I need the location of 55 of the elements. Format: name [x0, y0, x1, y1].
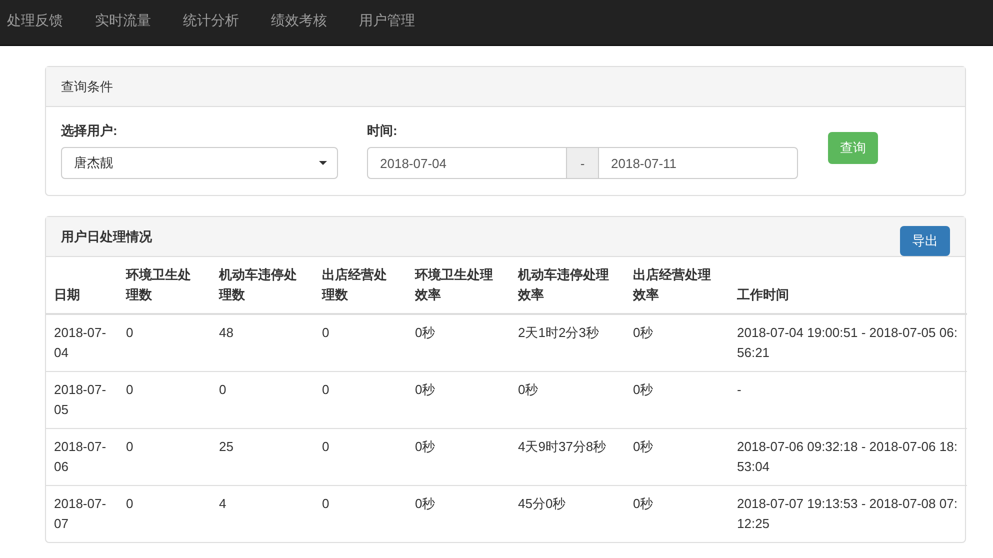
- nav-link[interactable]: 处理反馈: [7, 12, 63, 34]
- user-select[interactable]: 唐杰靓: [61, 147, 338, 179]
- range-separator: -: [567, 147, 598, 179]
- table-cell: 2018-07-05: [54, 382, 106, 417]
- panel-title: 查询条件: [61, 78, 113, 96]
- column-header: 机动车违停处理效率: [518, 267, 609, 302]
- table-cell: 0秒: [633, 496, 654, 511]
- table-cell: 2018-07-07 19:13:53 - 2018-07-08 07:12:25: [737, 496, 958, 531]
- column-header: 环境卫生处理数: [126, 267, 191, 302]
- table-cell: 0秒: [415, 439, 436, 454]
- table-cell: 2018-07-07: [54, 496, 106, 531]
- table-cell: 0: [322, 439, 330, 454]
- table-cell: 25: [219, 439, 234, 454]
- table-cell: 2018-07-04 19:00:51 - 2018-07-05 06:56:21: [737, 325, 958, 360]
- table-cell: 2018-07-04: [54, 325, 106, 360]
- table-cell: 0秒: [518, 382, 538, 397]
- table-cell: 0: [126, 496, 134, 511]
- table-cell: 0: [219, 382, 226, 397]
- table-cell: 0秒: [633, 382, 654, 397]
- table-cell: 0: [322, 382, 330, 397]
- caret-icon: [319, 161, 327, 165]
- table-cell: 48: [219, 325, 234, 340]
- table-cell: 45分0秒: [518, 496, 566, 511]
- table-cell: -: [737, 382, 742, 397]
- field-label: 选择用户:: [61, 122, 118, 140]
- column-header: 机动车违停处理数: [219, 267, 297, 302]
- table-cell: 4天9时37分8秒: [518, 439, 606, 454]
- field-label: 时间:: [367, 122, 398, 140]
- table-cell: 0秒: [415, 382, 436, 397]
- table-cell: 0秒: [633, 325, 654, 340]
- column-header: 工作时间: [737, 287, 789, 302]
- table-cell: 0: [126, 325, 134, 340]
- column-header: 出店经营处理效率: [633, 267, 711, 302]
- table-cell: 0秒: [415, 496, 436, 511]
- start-date-field[interactable]: 2018-07-04: [367, 147, 567, 179]
- panel-title: 用户日处理情况: [61, 228, 152, 246]
- end-date-field[interactable]: 2018-07-11: [598, 147, 798, 179]
- column-header: 环境卫生处理效率: [415, 267, 493, 302]
- table-cell: 0秒: [415, 325, 436, 340]
- nav-link[interactable]: 统计分析: [183, 12, 239, 34]
- table-cell: 0: [126, 382, 134, 397]
- table-cell: 0: [322, 496, 330, 511]
- table-cell: 0: [126, 439, 134, 454]
- table-cell: 2018-07-06 09:32:18 - 2018-07-06 18:53:04: [737, 439, 958, 474]
- column-header: 出店经营处理数: [322, 267, 387, 302]
- export-button[interactable]: 导出: [900, 226, 950, 256]
- table-cell: 2天1时2分3秒: [518, 325, 599, 340]
- nav-link[interactable]: 用户管理: [359, 12, 415, 34]
- column-header: 日期: [54, 287, 80, 302]
- table-cell: 4: [219, 496, 226, 511]
- table-cell: 0秒: [633, 439, 654, 454]
- table-cell: 0: [322, 325, 330, 340]
- nav-link[interactable]: 绩效考核: [271, 12, 327, 34]
- nav-link[interactable]: 实时流量: [95, 12, 151, 34]
- table-cell: 2018-07-06: [54, 439, 106, 474]
